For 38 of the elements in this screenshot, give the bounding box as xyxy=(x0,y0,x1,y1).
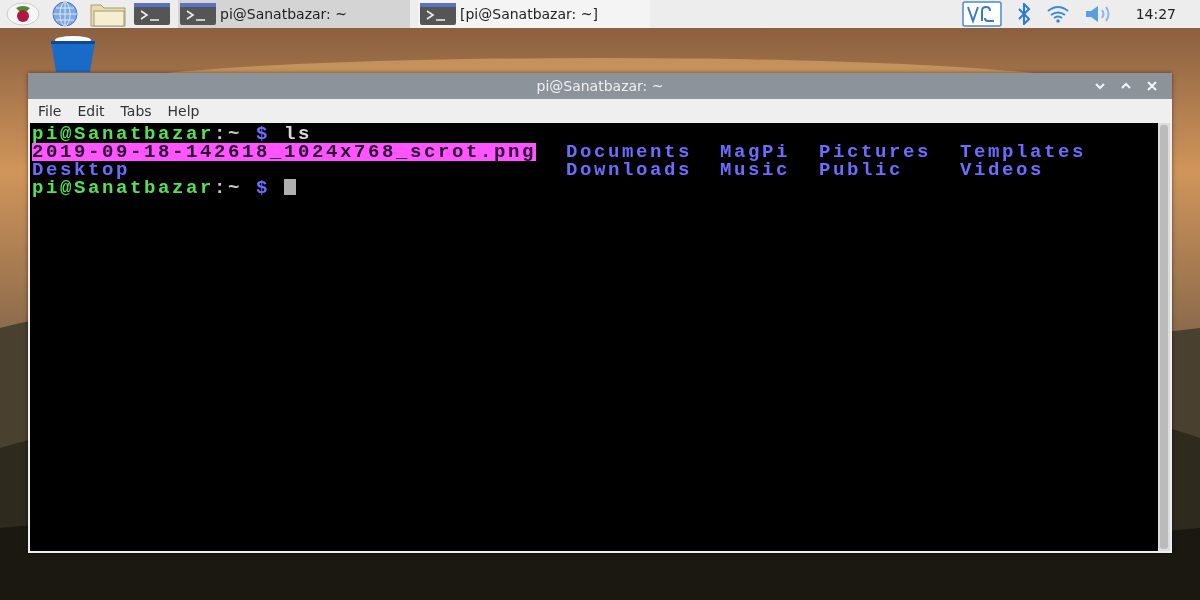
directory-name: Videos xyxy=(960,161,1044,179)
menu-item[interactable]: Edit xyxy=(77,103,105,119)
prompt-symbol: $ xyxy=(255,179,271,197)
folder-icon[interactable] xyxy=(90,1,126,27)
minimize-icon[interactable] xyxy=(1094,82,1106,90)
menu-item[interactable]: Tabs xyxy=(120,103,152,119)
file-name: 2019-09-18-142618_1024x768_scrot.png xyxy=(32,143,537,161)
task-button[interactable]: pi@Sanatbazar: ~ xyxy=(178,0,410,28)
task-button[interactable]: [pi@Sanatbazar: ~] xyxy=(418,0,650,28)
scrollbar[interactable] xyxy=(1158,123,1170,551)
prompt-user: pi@Sanatbazar xyxy=(32,125,215,143)
prompt-path: :~ xyxy=(214,179,243,197)
directory-name: Documents xyxy=(566,143,693,161)
raspberry-icon[interactable] xyxy=(6,2,40,26)
prompt-user: pi@Sanatbazar xyxy=(32,179,215,197)
maximize-icon[interactable] xyxy=(1120,82,1132,90)
menu-item[interactable]: Help xyxy=(167,103,200,119)
prompt-path: :~ xyxy=(214,125,243,143)
clock: 14:27 xyxy=(1135,6,1176,22)
directory-name: Templates xyxy=(960,143,1087,161)
command-text: ls xyxy=(283,125,313,143)
directory-name: Desktop xyxy=(32,161,130,179)
wifi-icon[interactable] xyxy=(1045,5,1070,23)
vnc-icon[interactable] xyxy=(961,1,1002,27)
directory-name: Music xyxy=(720,161,790,179)
window-title: pi@Sanatbazar: ~ xyxy=(536,78,664,94)
directory-name: MagPi xyxy=(720,143,790,161)
trash-icon[interactable] xyxy=(48,35,98,73)
terminal-icon xyxy=(134,3,170,25)
prompt-symbol: $ xyxy=(255,125,271,143)
directory-name: Public xyxy=(819,161,903,179)
terminal-icon xyxy=(420,3,456,25)
menu-item[interactable]: File xyxy=(38,103,62,119)
close-icon[interactable] xyxy=(1146,80,1158,92)
terminal-icon xyxy=(180,3,216,25)
directory-name: Pictures xyxy=(819,143,931,161)
bluetooth-icon[interactable] xyxy=(1015,3,1032,25)
directory-name: Downloads xyxy=(566,161,693,179)
